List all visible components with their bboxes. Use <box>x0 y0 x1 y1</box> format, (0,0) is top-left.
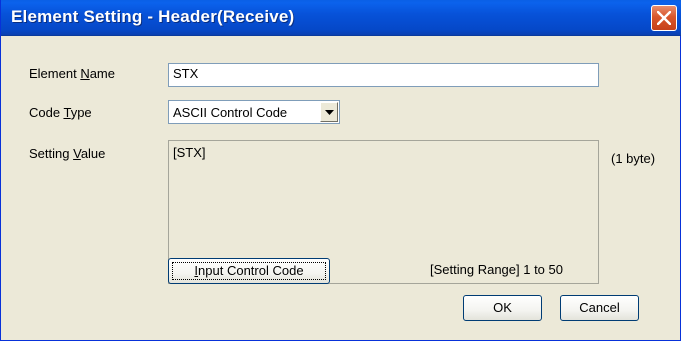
cancel-button[interactable]: Cancel <box>560 295 639 321</box>
code-type-selected-value: ASCII Control Code <box>173 105 288 120</box>
ok-button-label: OK <box>493 300 512 315</box>
element-name-label: Element Name <box>29 66 115 81</box>
byte-count: (1 byte) <box>611 151 656 166</box>
code-type-label: Code Type <box>29 105 92 120</box>
title-bar[interactable]: Element Setting - Header(Receive) <box>1 0 681 36</box>
close-icon <box>657 11 671 25</box>
input-control-code-button[interactable]: Input Control Code <box>168 258 330 284</box>
dialog-window: Element Setting - Header(Receive) Elemen… <box>0 0 681 341</box>
close-button[interactable] <box>651 5 677 31</box>
dialog-title: Element Setting - Header(Receive) <box>11 7 295 26</box>
element-name-field[interactable]: STX <box>168 63 599 87</box>
chevron-down-icon <box>325 110 334 115</box>
setting-range-text: [Setting Range] 1 to 50 <box>430 262 563 277</box>
setting-value-label: Setting Value <box>29 146 106 161</box>
cancel-button-label: Cancel <box>579 300 620 315</box>
dialog-body: Element Name STX Code Type ASCII Control… <box>1 36 681 341</box>
dropdown-button[interactable] <box>320 102 338 122</box>
element-name-value: STX <box>173 66 199 81</box>
ok-button[interactable]: OK <box>463 295 542 321</box>
setting-value-content: [STX] <box>173 145 206 160</box>
code-type-select[interactable]: ASCII Control Code <box>168 100 340 124</box>
input-control-code-label: Input Control Code <box>194 263 304 278</box>
